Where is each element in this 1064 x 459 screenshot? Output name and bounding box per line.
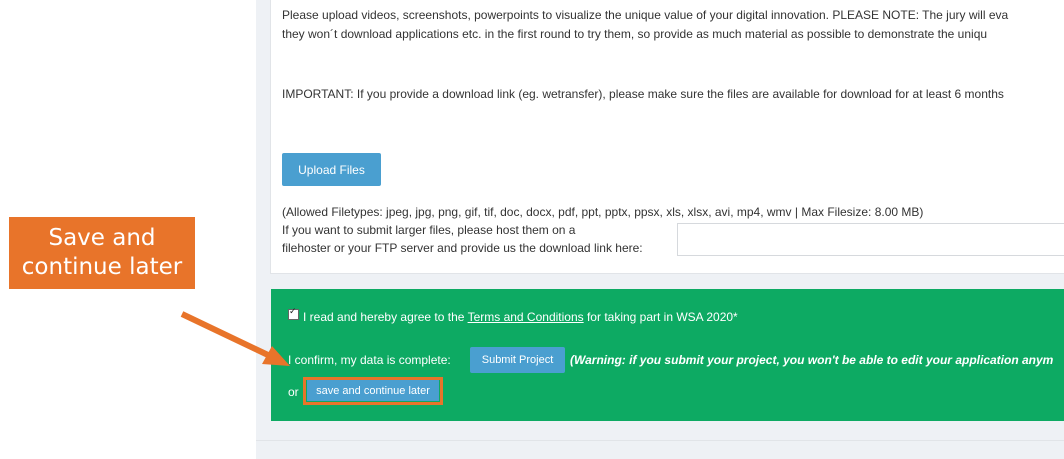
annotation-arrow-icon	[180, 311, 290, 366]
divider	[256, 440, 1064, 441]
